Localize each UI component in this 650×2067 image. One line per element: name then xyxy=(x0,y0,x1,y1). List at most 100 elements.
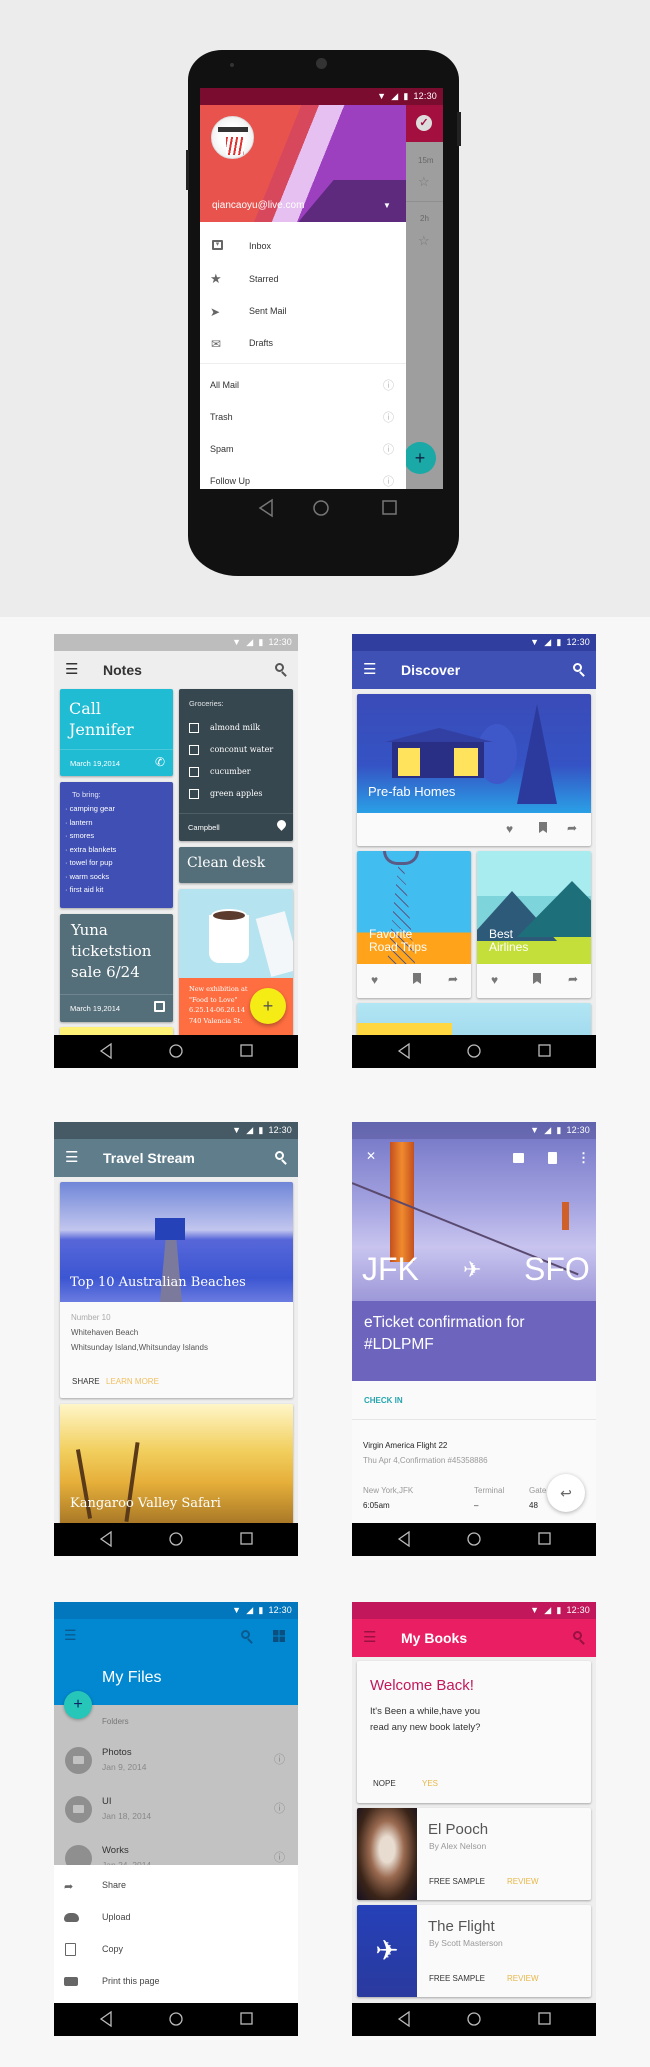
grid-view-icon[interactable] xyxy=(273,1630,285,1642)
info-icon[interactable]: ⓘ xyxy=(383,379,394,393)
favorite-icon[interactable]: ♥ xyxy=(506,822,513,836)
recents-button[interactable] xyxy=(538,2012,551,2025)
recents-button[interactable] xyxy=(240,1532,253,1545)
back-button[interactable] xyxy=(397,1042,410,1060)
menu-icon[interactable]: ☰ xyxy=(363,1628,376,1648)
bookmark-icon[interactable] xyxy=(533,973,541,984)
share-icon[interactable]: ➦ xyxy=(568,972,578,986)
recents-button[interactable] xyxy=(240,1044,253,1057)
search-icon[interactable] xyxy=(573,663,582,672)
sheet-item-upload[interactable]: Upload xyxy=(54,1903,298,1935)
account-email[interactable]: qiancaoyu@live.com xyxy=(212,200,304,211)
home-button[interactable] xyxy=(313,500,329,516)
menu-icon[interactable]: ☰ xyxy=(65,660,78,680)
free-sample-button[interactable]: FREE SAMPLE xyxy=(429,1877,485,1886)
drawer-item-trash[interactable]: Trash ⓘ xyxy=(200,405,406,437)
add-note-fab[interactable]: + xyxy=(250,988,286,1024)
menu-icon[interactable]: ☰ xyxy=(363,660,376,680)
share-button[interactable]: SHARE xyxy=(72,1377,100,1386)
home-button[interactable] xyxy=(169,1044,183,1058)
note-to-bring[interactable]: To bring: · camping gear · lantern · smo… xyxy=(60,782,173,908)
recents-button[interactable] xyxy=(538,1532,551,1545)
recents-button[interactable] xyxy=(240,2012,253,2025)
back-button[interactable] xyxy=(99,1530,112,1548)
favorite-icon[interactable]: ♥ xyxy=(491,973,498,987)
folder-item-ui[interactable]: UI Jan 18, 2014 ⓘ xyxy=(54,1793,298,1841)
compose-fab[interactable]: + xyxy=(404,442,436,474)
note-call-jennifer[interactable]: Call Jennifer March 19,2014 ✆ xyxy=(60,689,173,776)
card-prefab-homes[interactable]: Pre-fab Homes ♥ ➦ xyxy=(357,694,591,846)
search-icon[interactable] xyxy=(275,663,284,672)
home-button[interactable] xyxy=(467,1044,481,1058)
card-best-airlines[interactable]: Best Airlines ♥ ➦ xyxy=(477,851,591,998)
star-outline-icon[interactable]: ☆ xyxy=(418,233,430,249)
search-icon[interactable] xyxy=(241,1630,250,1639)
menu-icon[interactable]: ☰ xyxy=(64,1627,77,1644)
learn-more-button[interactable]: LEARN MORE xyxy=(106,1377,159,1386)
checkbox[interactable] xyxy=(189,723,199,733)
archive-icon[interactable] xyxy=(513,1153,524,1163)
bookmark-icon[interactable] xyxy=(413,973,421,984)
note-groceries[interactable]: Groceries: almond milk conconut water cu… xyxy=(179,689,293,841)
drawer-item-inbox[interactable]: ▾ Inbox xyxy=(200,232,406,264)
check-in-button[interactable]: CHECK IN xyxy=(364,1396,403,1405)
delete-icon[interactable] xyxy=(548,1152,557,1164)
review-button[interactable]: REVIEW xyxy=(507,1877,539,1886)
drawer-item-follow-up[interactable]: Follow Up ⓘ xyxy=(200,469,406,489)
card-road-trips[interactable]: Favorite Road Trips ♥ ➦ xyxy=(357,851,471,998)
menu-icon[interactable]: ☰ xyxy=(65,1148,78,1168)
search-icon[interactable] xyxy=(573,1631,582,1640)
reply-fab[interactable]: ↩ xyxy=(547,1474,585,1512)
sheet-item-print[interactable]: Print this page xyxy=(54,1967,298,1999)
back-button[interactable] xyxy=(99,2010,112,2028)
star-outline-icon[interactable]: ☆ xyxy=(418,174,430,190)
home-button[interactable] xyxy=(169,1532,183,1546)
back-button[interactable] xyxy=(397,1530,410,1548)
avatar[interactable] xyxy=(211,116,254,159)
checkbox[interactable] xyxy=(189,767,199,777)
review-button[interactable]: REVIEW xyxy=(507,1974,539,1983)
info-icon[interactable]: ⓘ xyxy=(274,1753,285,1767)
back-button[interactable] xyxy=(99,1042,112,1060)
sheet-item-copy[interactable]: Copy xyxy=(54,1935,298,1967)
book-card-el-pooch[interactable]: El Pooch By Alex Nelson FREE SAMPLE REVI… xyxy=(357,1808,591,1900)
info-icon[interactable]: ⓘ xyxy=(274,1802,285,1816)
info-icon[interactable]: ⓘ xyxy=(383,443,394,457)
folder-item-photos[interactable]: Photos Jan 9, 2014 ⓘ xyxy=(54,1744,298,1792)
checkbox[interactable] xyxy=(189,789,199,799)
drawer-item-sent-mail[interactable]: ➤ Sent Mail xyxy=(200,296,406,328)
bookmark-icon[interactable] xyxy=(539,822,547,833)
add-fab[interactable]: + xyxy=(64,1691,92,1719)
favorite-icon[interactable]: ♥ xyxy=(371,973,378,987)
note-yuna[interactable]: Yuna ticketstion sale 6/24 March 19,2014 xyxy=(60,914,173,1022)
card-australian-beaches[interactable]: Top 10 Australian Beaches Number 10 Whit… xyxy=(60,1182,293,1398)
recents-button[interactable] xyxy=(382,500,397,515)
nope-button[interactable]: NOPE xyxy=(373,1779,396,1788)
checkbox[interactable] xyxy=(189,745,199,755)
back-button[interactable] xyxy=(258,498,273,518)
back-button[interactable] xyxy=(397,2010,410,2028)
drawer-item-starred[interactable]: ★ Starred xyxy=(200,264,406,296)
recents-button[interactable] xyxy=(538,1044,551,1057)
drawer-item-all-mail[interactable]: All Mail ⓘ xyxy=(200,373,406,405)
info-icon[interactable]: ⓘ xyxy=(274,1851,285,1865)
info-icon[interactable]: ⓘ xyxy=(383,411,394,425)
sheet-item-share[interactable]: ➦ Share xyxy=(54,1871,298,1903)
info-icon[interactable]: ⓘ xyxy=(383,475,394,489)
book-card-the-flight[interactable]: ✈ The Flight By Scott Masterson FREE SAM… xyxy=(357,1905,591,1997)
yes-button[interactable]: YES xyxy=(422,1779,438,1788)
note-clean-desk[interactable]: Clean desk xyxy=(179,847,293,883)
home-button[interactable] xyxy=(467,2012,481,2026)
share-icon[interactable]: ➦ xyxy=(448,972,458,986)
drawer-item-spam[interactable]: Spam ⓘ xyxy=(200,437,406,469)
drawer-item-drafts[interactable]: ✉ Drafts xyxy=(200,328,406,360)
account-dropdown-icon[interactable]: ▼ xyxy=(383,201,391,210)
home-button[interactable] xyxy=(467,1532,481,1546)
free-sample-button[interactable]: FREE SAMPLE xyxy=(429,1974,485,1983)
home-button[interactable] xyxy=(169,2012,183,2026)
more-icon[interactable]: ⋮ xyxy=(577,1150,590,1166)
close-icon[interactable]: ✕ xyxy=(366,1149,376,1163)
card-kangaroo-valley[interactable]: Kangaroo Valley Safari xyxy=(60,1404,293,1534)
search-icon[interactable] xyxy=(275,1151,284,1160)
share-icon[interactable]: ➦ xyxy=(567,821,577,835)
